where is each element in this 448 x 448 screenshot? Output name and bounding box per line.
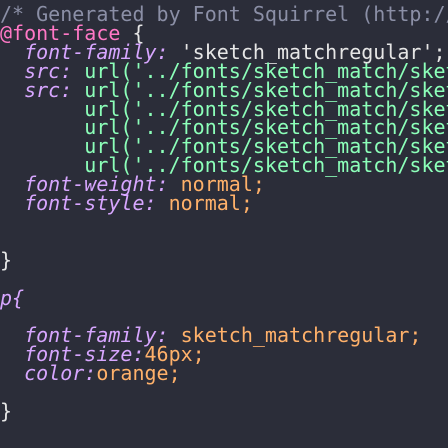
code-line[interactable]: }	[0, 399, 448, 423]
code-token: }	[0, 398, 13, 423]
